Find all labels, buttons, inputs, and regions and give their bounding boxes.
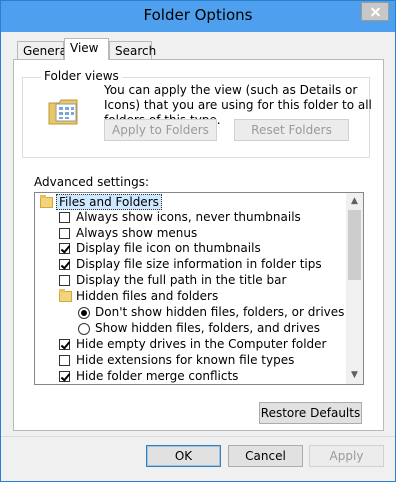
option-label: Don't show hidden files, folders, or dri… (95, 305, 345, 319)
tree-item-label: Files and Folders (56, 194, 162, 210)
option-label: Hide extensions for known file types (76, 353, 295, 367)
cancel-button[interactable]: Cancel (228, 445, 303, 467)
tree-item-label: Hidden files and folders (76, 289, 219, 303)
checkbox[interactable] (59, 212, 70, 223)
scroll-down-arrow-icon[interactable]: ▼ (346, 367, 363, 384)
reset-folders-button[interactable]: Reset Folders (234, 119, 349, 141)
checkbox[interactable] (59, 228, 70, 239)
option-label: Display file size information in folder … (76, 257, 322, 271)
vertical-scrollbar[interactable]: ▲ ▼ (346, 193, 363, 384)
checkbox[interactable] (59, 243, 70, 254)
apply-button[interactable]: Apply (309, 445, 384, 467)
folder-options-window: Folder Options General View Search Folde… (0, 0, 396, 482)
radio-button[interactable] (78, 323, 90, 335)
checkbox[interactable] (59, 259, 70, 270)
option-label: Hide empty drives in the Computer folder (76, 337, 327, 351)
ok-button[interactable]: OK (146, 445, 221, 467)
apply-to-folders-button[interactable]: Apply to Folders (104, 119, 217, 141)
option-label: Always show menus (76, 226, 198, 240)
checkbox[interactable] (59, 371, 70, 382)
tab-general[interactable]: General (17, 41, 70, 60)
advanced-settings-tree[interactable]: Files and Folders Always show icons, nev… (34, 192, 364, 385)
folder-icon (40, 195, 53, 208)
scroll-up-arrow-icon[interactable]: ▲ (346, 193, 363, 210)
radio-button[interactable] (78, 307, 90, 319)
close-button[interactable] (361, 2, 389, 21)
tab-view[interactable]: View (64, 38, 109, 60)
folder-views-title: Folder views (41, 69, 122, 83)
folder-views-icon (48, 99, 78, 125)
checkbox[interactable] (59, 275, 70, 286)
checkbox[interactable] (59, 355, 70, 366)
option-label: Show hidden files, folders, and drives (95, 321, 321, 335)
option-label: Hide folder merge conflicts (76, 369, 239, 383)
checkbox[interactable] (59, 339, 70, 350)
title-bar[interactable]: Folder Options (1, 1, 395, 32)
scrollbar-thumb[interactable] (348, 210, 361, 280)
option-label: Always show icons, never thumbnails (76, 210, 301, 224)
tab-search[interactable]: Search (109, 41, 156, 60)
option-label: Display file icon on thumbnails (76, 241, 261, 255)
folder-icon (59, 289, 72, 302)
restore-defaults-button[interactable]: Restore Defaults (259, 402, 362, 424)
window-title: Folder Options (143, 6, 253, 24)
option-label: Display the full path in the title bar (76, 273, 287, 287)
advanced-settings-label: Advanced settings: (34, 175, 149, 189)
footer-divider (1, 436, 395, 437)
